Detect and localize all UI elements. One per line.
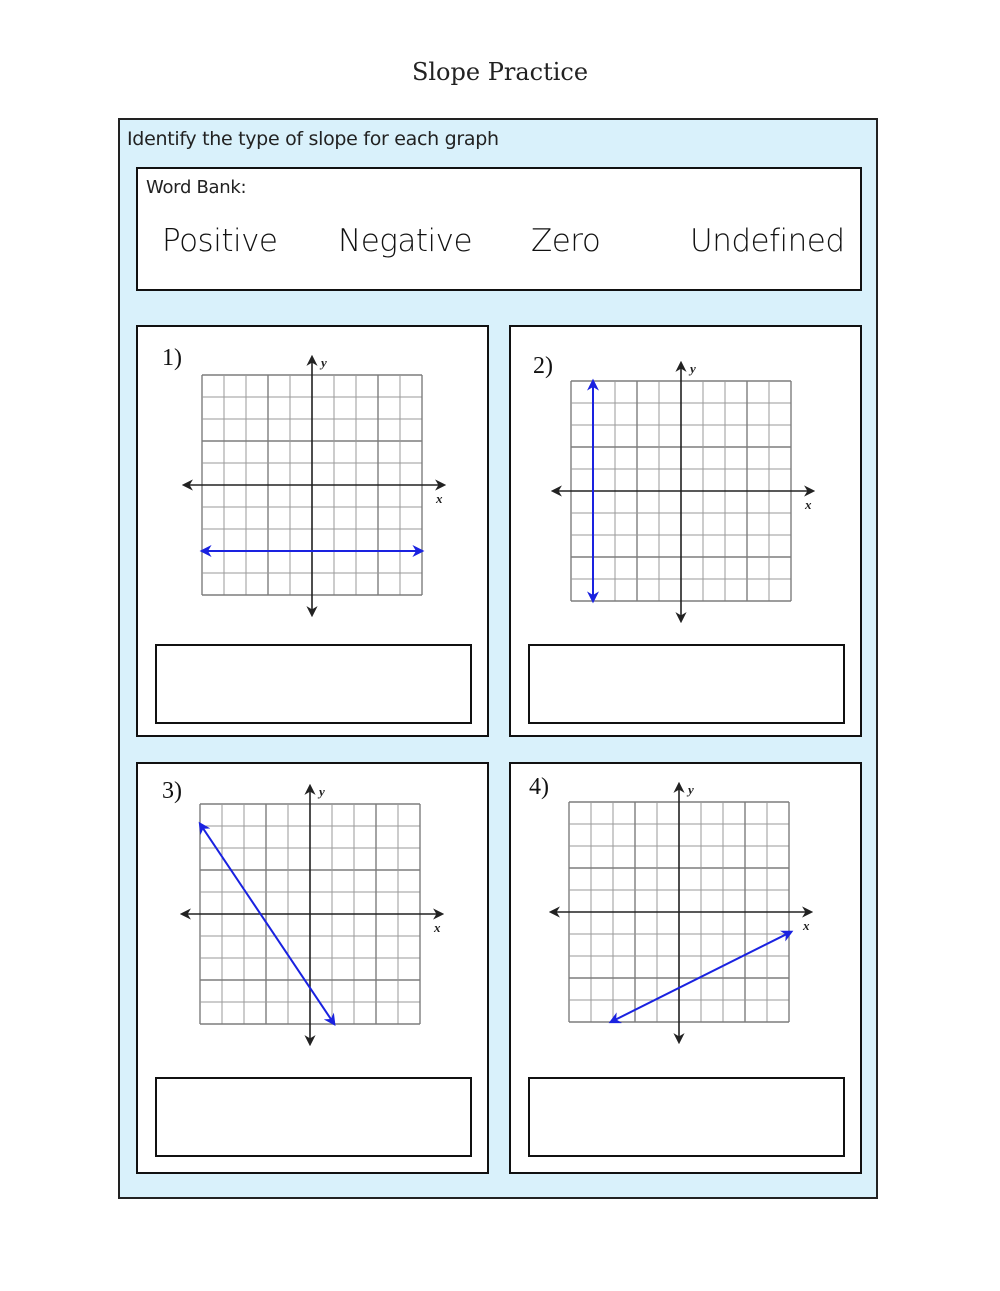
y-axis-label: y [688,361,696,376]
graph-2: xy [551,361,816,624]
answer-box-3[interactable] [155,1077,472,1157]
page-title: Slope Practice [411,58,589,86]
y-axis-label: y [317,784,325,799]
word-bank-label: Word Bank: [146,177,247,198]
problem-2: 2) xy [509,325,862,737]
word-zero[interactable]: Zero [531,223,601,259]
y-axis-label: y [686,782,694,797]
answer-box-2[interactable] [528,644,845,724]
word-undefined[interactable]: Undefined [690,223,845,259]
problem-1: 1) xy [136,325,489,737]
word-bank: Word Bank: Positive Negative Zero Undefi… [136,167,862,291]
graphed-line [198,821,336,1026]
y-axis-label: y [319,355,327,370]
answer-box-4[interactable] [528,1077,845,1157]
graph-3: xy [180,784,445,1047]
problem-number: 2) [533,353,553,379]
problem-number: 4) [529,774,549,800]
answer-box-1[interactable] [155,644,472,724]
x-axis-label: x [804,497,812,512]
x-axis-label: x [433,920,441,935]
problem-4: 4) xy [509,762,862,1174]
x-axis-label: x [802,918,810,933]
graph-1: xy [182,355,447,618]
graph-4: xy [549,782,814,1045]
instructions: Identify the type of slope for each grap… [127,128,499,150]
problem-number: 3) [162,778,182,804]
problem-3: 3) xy [136,762,489,1174]
x-axis-label: x [435,491,443,506]
worksheet-panel: Identify the type of slope for each grap… [118,118,878,1199]
word-positive[interactable]: Positive [162,223,278,259]
problem-number: 1) [162,345,182,371]
word-negative[interactable]: Negative [338,223,473,259]
